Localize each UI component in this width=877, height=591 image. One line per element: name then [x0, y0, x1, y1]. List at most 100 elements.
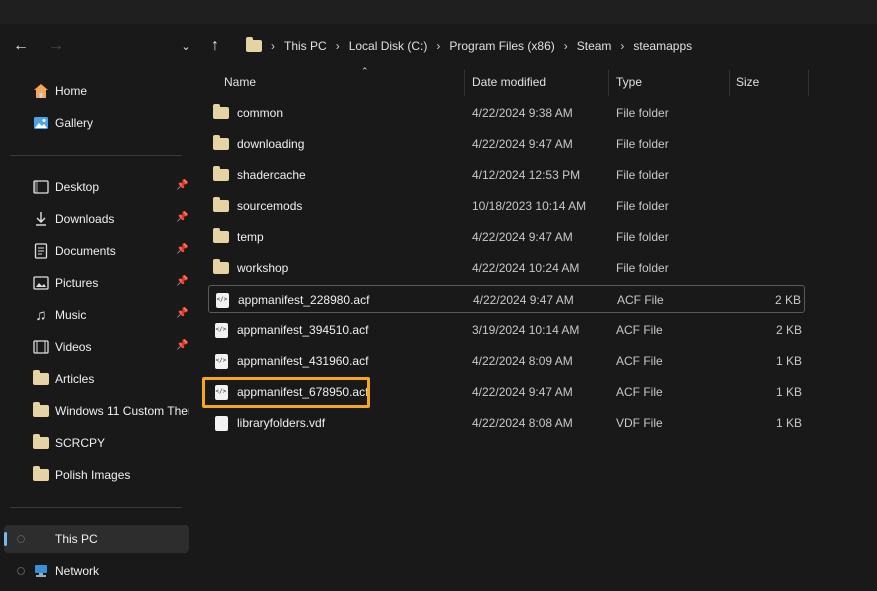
sidebar-item-label: Home: [55, 84, 88, 98]
arrow-right-icon: →: [48, 37, 64, 54]
sidebar-item-pictures[interactable]: Pictures 📌: [4, 269, 189, 297]
computer-icon: [33, 531, 49, 547]
column-header-name[interactable]: ⌃ Name: [224, 66, 464, 96]
arrow-up-icon: ↑: [211, 37, 219, 54]
sidebar-item-label: Network: [55, 564, 100, 578]
sidebar-item-label: Gallery: [55, 116, 94, 130]
column-divider[interactable]: [729, 70, 730, 96]
table-row[interactable]: workshop 4/22/2024 10:24 AM File folder: [208, 254, 805, 282]
table-row[interactable]: downloading 4/22/2024 9:47 AM File folde…: [208, 130, 805, 158]
network-icon: [33, 563, 49, 579]
code-file-icon: [213, 353, 229, 369]
music-icon: ♫: [35, 306, 47, 324]
sidebar-item-label: Documents: [55, 244, 116, 258]
expand-icon[interactable]: [17, 535, 25, 543]
sidebar-item-label: Downloads: [55, 212, 115, 226]
table-row[interactable]: appmanifest_431960.acf 4/22/2024 8:09 AM…: [208, 347, 805, 375]
pin-icon[interactable]: 📌: [176, 212, 188, 223]
sidebar-divider: [10, 155, 182, 156]
sidebar-item-network[interactable]: Network: [4, 557, 189, 585]
navigation-pane: Home Gallery Desktop 📌 Downloads 📌 Docum…: [0, 68, 200, 591]
breadcrumb-program-files[interactable]: Program Files (x86): [449, 39, 554, 53]
pin-icon[interactable]: 📌: [176, 340, 188, 351]
chevron-right-icon[interactable]: ›: [564, 39, 568, 53]
column-header-size[interactable]: Size: [736, 68, 808, 96]
arrow-left-icon: ←: [13, 37, 29, 54]
video-icon: [33, 339, 49, 355]
breadcrumb: › This PC › Local Disk (C:) › Program Fi…: [244, 36, 692, 56]
column-divider[interactable]: [808, 70, 809, 96]
sidebar-item-desktop[interactable]: Desktop 📌: [4, 173, 189, 201]
chevron-right-icon[interactable]: ›: [620, 39, 624, 53]
sidebar-item-this-pc[interactable]: This PC: [4, 525, 189, 553]
table-row[interactable]: shadercache 4/12/2024 12:53 PM File fold…: [208, 161, 805, 189]
file-icon: [213, 415, 229, 431]
sidebar-item-label: Desktop: [55, 180, 100, 194]
desktop-icon: [33, 179, 49, 195]
chevron-right-icon: ›: [271, 39, 275, 53]
folder-icon: [213, 166, 229, 181]
breadcrumb-steam[interactable]: Steam: [577, 39, 612, 53]
sidebar-item-videos[interactable]: Videos 📌: [4, 333, 189, 361]
navigation-bar: ← → ⌄ ↑ › This PC › Local Disk (C:) › Pr…: [0, 24, 877, 68]
pin-icon[interactable]: 📌: [176, 308, 188, 319]
sidebar-item-label: Articles: [55, 372, 95, 386]
chevron-right-icon[interactable]: ›: [436, 39, 440, 53]
column-header-date-modified[interactable]: Date modified: [472, 68, 608, 96]
folder-icon: [213, 135, 229, 150]
sidebar-item-music[interactable]: ♫ Music 📌: [4, 301, 189, 329]
breadcrumb-local-disk[interactable]: Local Disk (C:): [349, 39, 428, 53]
sidebar-item-label: SCRCPY: [55, 436, 106, 450]
up-button[interactable]: ↑: [203, 36, 227, 56]
recent-locations-button[interactable]: ⌄: [174, 36, 198, 56]
table-row[interactable]: appmanifest_228980.acf 4/22/2024 9:47 AM…: [208, 285, 805, 313]
pin-icon[interactable]: 📌: [176, 180, 188, 191]
breadcrumb-steamapps[interactable]: steamapps: [633, 39, 692, 53]
pin-icon[interactable]: 📌: [176, 244, 188, 255]
download-icon: [33, 211, 49, 227]
file-list: ⌃ Name Date modified Type Size common 4/…: [200, 66, 877, 591]
column-header-type[interactable]: Type: [616, 68, 728, 96]
sidebar-item-polish-images[interactable]: Polish Images: [4, 461, 189, 489]
pin-icon[interactable]: 📌: [176, 276, 188, 287]
folder-icon: [213, 197, 229, 212]
folder-icon: [213, 259, 229, 274]
back-button[interactable]: ←: [9, 36, 33, 56]
sidebar-item-label: Videos: [55, 340, 92, 354]
folder-icon: [213, 104, 229, 119]
sidebar-item-label: This PC: [55, 532, 98, 546]
folder-icon: [33, 466, 49, 483]
folder-icon: [246, 37, 262, 52]
expand-icon[interactable]: [17, 567, 25, 575]
folder-icon: [33, 370, 49, 387]
picture-icon: [33, 275, 49, 291]
table-row[interactable]: libraryfolders.vdf 4/22/2024 8:08 AM VDF…: [208, 409, 805, 437]
sidebar-item-label: Music: [55, 308, 87, 322]
sidebar-item-documents[interactable]: Documents 📌: [4, 237, 189, 265]
sidebar-item-label: Windows 11 Custom Ther: [55, 404, 189, 418]
chevron-down-icon: ⌄: [181, 40, 191, 53]
column-divider[interactable]: [464, 70, 465, 96]
code-file-icon: [213, 384, 229, 400]
sidebar-item-gallery[interactable]: Gallery: [4, 109, 189, 137]
sidebar-item-scrcpy[interactable]: SCRCPY: [4, 429, 189, 457]
document-icon: [33, 243, 49, 259]
table-row[interactable]: temp 4/22/2024 9:47 AM File folder: [208, 223, 805, 251]
folder-icon: [33, 402, 49, 419]
sidebar-item-windows-11-custom-themes[interactable]: Windows 11 Custom Ther: [4, 397, 189, 425]
sidebar-item-home[interactable]: Home: [4, 77, 189, 105]
sidebar-item-articles[interactable]: Articles: [4, 365, 189, 393]
forward-button[interactable]: →: [44, 36, 68, 56]
table-row[interactable]: sourcemods 10/18/2023 10:14 AM File fold…: [208, 192, 805, 220]
table-row[interactable]: common 4/22/2024 9:38 AM File folder: [208, 99, 805, 127]
sidebar-item-downloads[interactable]: Downloads 📌: [4, 205, 189, 233]
sort-ascending-icon: ⌃: [361, 66, 369, 76]
table-row[interactable]: appmanifest_394510.acf 3/19/2024 10:14 A…: [208, 316, 805, 344]
breadcrumb-this-pc[interactable]: This PC: [284, 39, 327, 53]
home-icon: [33, 83, 49, 99]
chevron-right-icon[interactable]: ›: [336, 39, 340, 53]
gallery-icon: [33, 115, 49, 131]
sidebar-divider: [10, 507, 182, 508]
table-row[interactable]: appmanifest_678950.acf 4/22/2024 9:47 AM…: [208, 378, 805, 406]
column-divider[interactable]: [608, 70, 609, 96]
